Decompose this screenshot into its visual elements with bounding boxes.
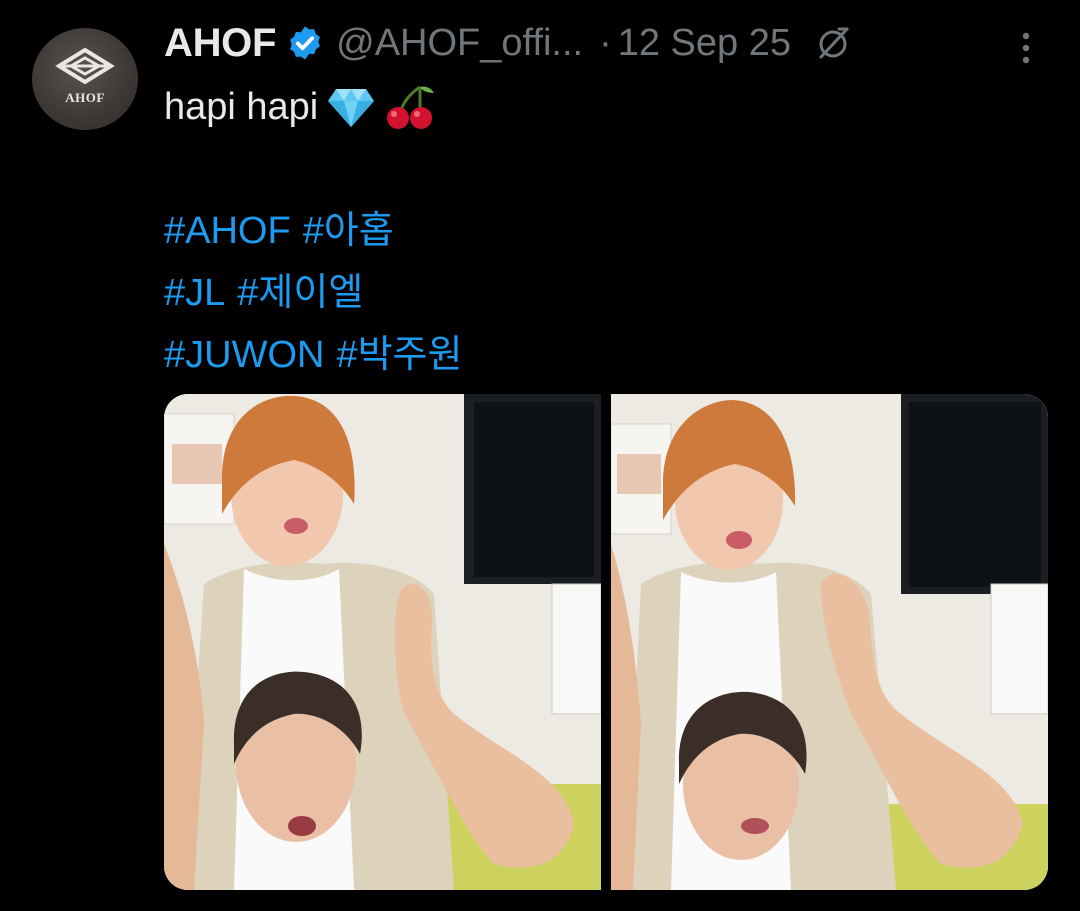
hashtag-line: #JUWON #박주원 xyxy=(164,324,474,386)
more-vertical-icon[interactable] xyxy=(1016,30,1036,66)
tweet-text: hapi hapi #AHOF #아홉 #JL #제이엘 #JUWON #박주원 xyxy=(164,76,474,386)
hashtag-link[interactable]: #박주원 xyxy=(336,324,462,386)
hashtag-link[interactable]: #JUWON xyxy=(164,324,324,386)
ahof-logo-icon xyxy=(55,48,115,84)
display-name[interactable]: AHOF xyxy=(164,21,276,66)
hashtag-line: #AHOF #아홉 xyxy=(164,200,474,262)
hashtag-line: #JL #제이엘 xyxy=(164,262,474,324)
hashtag-link[interactable]: #JL xyxy=(164,262,225,324)
tweet-date[interactable]: 12 Sep 25 xyxy=(618,22,791,65)
verified-badge-icon xyxy=(290,26,321,60)
tweet-header: AHOF @AHOF_offi... · 12 Sep 25 xyxy=(164,14,1064,72)
separator-dot: · xyxy=(599,21,612,64)
tweet-text-line: hapi hapi xyxy=(164,76,474,138)
hashtag-link[interactable]: #아홉 xyxy=(303,200,394,262)
avatar-logo-text: AHOF xyxy=(65,90,105,105)
hidden-reply-icon[interactable] xyxy=(813,23,853,63)
gem-emoji xyxy=(328,89,375,127)
media-photo[interactable] xyxy=(164,394,601,890)
hashtag-link[interactable]: #AHOF xyxy=(164,200,291,262)
media-grid xyxy=(164,394,1048,890)
media-photo[interactable] xyxy=(611,394,1048,890)
photo-image xyxy=(164,394,601,890)
tweet-message: hapi hapi xyxy=(164,86,319,128)
handle[interactable]: @AHOF_offi... xyxy=(336,22,583,65)
avatar[interactable]: AHOF xyxy=(32,28,138,130)
cherries-emoji xyxy=(387,85,435,129)
tweet[interactable]: AHOF AHOF @AHOF_offi... · 12 Sep 25 hapi… xyxy=(0,0,1080,911)
hashtag-link[interactable]: #제이엘 xyxy=(237,262,363,324)
photo-image xyxy=(611,394,1048,890)
